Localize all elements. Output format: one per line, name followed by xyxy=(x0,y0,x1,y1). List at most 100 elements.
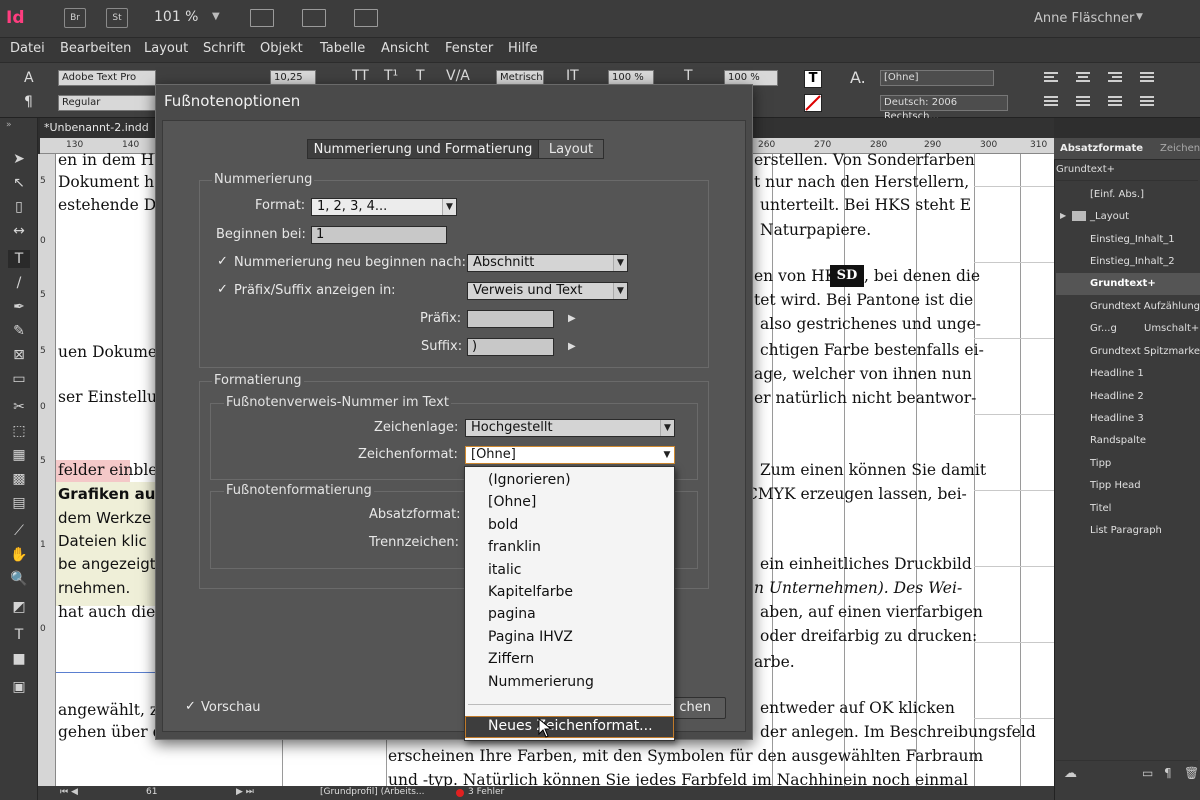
list-option[interactable]: franklin xyxy=(488,539,541,555)
text-fill-icon[interactable]: T xyxy=(804,70,822,88)
selection-tool-icon[interactable]: ➤ xyxy=(8,150,30,168)
gradient-tool-icon[interactable]: ▦ xyxy=(8,446,30,464)
style-item[interactable]: Headline 1 xyxy=(1090,368,1144,379)
list-option[interactable]: Ziffern xyxy=(488,651,534,667)
character-mode-icon[interactable]: A xyxy=(24,70,34,86)
character-style-field[interactable]: [Ohne] xyxy=(880,70,994,86)
page-number[interactable]: 61 xyxy=(146,787,157,797)
pen-tool-icon[interactable]: ✒ xyxy=(8,298,30,316)
apply-color-icon[interactable]: ■ xyxy=(8,650,30,668)
preflight-profile[interactable]: [Grundprofil] (Arbeits... xyxy=(320,787,425,797)
scissors-tool-icon[interactable]: ✂ xyxy=(8,398,30,416)
chevron-down-icon[interactable]: ▼ xyxy=(212,11,220,22)
page-tool-icon[interactable]: ▯ xyxy=(8,198,30,216)
style-item[interactable]: Grundtext+ xyxy=(1090,278,1156,289)
list-option[interactable]: pagina xyxy=(488,606,536,622)
chevron-down-icon[interactable]: ▼ xyxy=(1136,12,1143,22)
prefix-suffix-label[interactable]: Präfix/Suffix anzeigen in: xyxy=(234,283,396,298)
style-item[interactable]: Headline 3 xyxy=(1090,413,1144,424)
type-tool-icon[interactable]: T xyxy=(8,250,30,268)
horizontal-scale-icon[interactable]: T xyxy=(684,68,693,84)
menu-ansicht[interactable]: Ansicht xyxy=(381,41,429,56)
chevron-down-icon[interactable]: ▼ xyxy=(442,199,456,215)
eyedropper-tool-icon[interactable]: ⟋ xyxy=(8,522,30,540)
trash-icon[interactable]: 🗑 xyxy=(1184,766,1199,780)
panel-tab-zeichenformate[interactable]: Zeichen xyxy=(1160,143,1200,154)
style-item[interactable]: _Layout xyxy=(1090,211,1129,222)
superscript-icon[interactable]: T¹ xyxy=(384,68,398,84)
kerning-icon[interactable]: V/A xyxy=(446,68,470,84)
menu-layout[interactable]: Layout xyxy=(144,41,188,56)
checkmark-icon[interactable]: ✓ xyxy=(217,255,229,268)
style-item[interactable]: Gr...g xyxy=(1090,323,1117,334)
list-option[interactable]: Nummerierung xyxy=(488,674,594,690)
list-option[interactable]: Kapitelfarbe xyxy=(488,584,573,600)
list-option[interactable]: Pagina IHVZ xyxy=(488,629,573,645)
cloud-icon[interactable]: ☁ xyxy=(1064,766,1077,781)
rectangle-tool-icon[interactable]: ▭ xyxy=(8,370,30,388)
new-group-icon[interactable]: ▭ xyxy=(1142,766,1153,780)
status-nav-icons[interactable]: ⏮ ◀ xyxy=(60,787,78,797)
tab-numbering-formatting[interactable]: Nummerierung und Formatierung xyxy=(307,139,539,159)
hand-tool-icon[interactable]: ✋ xyxy=(8,546,30,564)
paragraph-mode-icon[interactable]: ¶ xyxy=(24,94,33,110)
language-field[interactable]: Deutsch: 2006 Rechtsch... xyxy=(880,95,1008,122)
menu-datei[interactable]: Datei xyxy=(10,41,45,56)
zoom-level[interactable]: 101 % xyxy=(154,9,198,25)
menu-hilfe[interactable]: Hilfe xyxy=(508,41,538,56)
selected-text-highlight[interactable]: SD xyxy=(830,265,864,287)
preview-label[interactable]: Vorschau xyxy=(201,700,261,715)
user-name[interactable]: Anne Fläschner xyxy=(1034,11,1134,26)
start-number-input[interactable]: 1 xyxy=(311,226,447,244)
font-style-field[interactable]: Regular xyxy=(58,95,156,111)
format-dropdown[interactable]: 1, 2, 3, 4... xyxy=(311,198,457,216)
note-tool-icon[interactable]: ▤ xyxy=(8,494,30,512)
style-item[interactable]: Einstieg_Inhalt_2 xyxy=(1090,256,1175,267)
menu-schrift[interactable]: Schrift xyxy=(203,41,245,56)
pencil-tool-icon[interactable]: ✎ xyxy=(8,322,30,340)
list-option[interactable]: [Ohne] xyxy=(488,494,536,510)
panel-tab-absatzformate[interactable]: Absatzformate xyxy=(1060,143,1143,154)
prefix-suffix-dropdown[interactable]: Verweis und Text xyxy=(467,282,628,300)
vertical-scale-icon[interactable]: IT xyxy=(566,68,579,84)
list-option[interactable]: bold xyxy=(488,517,518,533)
expand-icon[interactable]: ▶ xyxy=(1060,211,1066,220)
arrow-right-icon[interactable]: ▶ xyxy=(568,313,576,324)
screen-mode-icon[interactable] xyxy=(302,9,326,27)
free-transform-tool-icon[interactable]: ⬚ xyxy=(8,422,30,440)
no-stroke-icon[interactable] xyxy=(804,94,822,112)
new-character-style-label[interactable]: Neues Zeichenformat... xyxy=(488,718,653,734)
menu-tabelle[interactable]: Tabelle xyxy=(320,41,365,56)
style-item[interactable]: Grundtext Spitzmarke xyxy=(1090,346,1200,357)
chevron-down-icon[interactable]: ▼ xyxy=(613,283,627,299)
chevron-down-icon[interactable]: ▼ xyxy=(660,447,674,463)
alignment-buttons[interactable] xyxy=(1044,70,1194,110)
all-caps-icon[interactable]: TT xyxy=(352,68,369,84)
style-item[interactable]: Randspalte xyxy=(1090,435,1146,446)
fill-stroke-icon[interactable]: ◩ xyxy=(8,598,30,616)
style-item[interactable]: Grundtext Aufzählung xyxy=(1090,301,1200,312)
checkmark-icon[interactable]: ✓ xyxy=(217,283,229,296)
style-item[interactable]: Titel xyxy=(1090,503,1111,514)
chevron-down-icon[interactable]: ▼ xyxy=(660,420,674,436)
checkmark-icon[interactable]: ✓ xyxy=(185,700,197,713)
style-item[interactable]: [Einf. Abs.] xyxy=(1090,189,1144,200)
font-family-field[interactable]: Adobe Text Pro xyxy=(58,70,156,86)
restart-label[interactable]: Nummerierung neu beginnen nach: xyxy=(234,255,466,270)
menu-objekt[interactable]: Objekt xyxy=(260,41,303,56)
error-count[interactable]: 3 Fehler xyxy=(468,787,504,797)
style-item[interactable]: Tipp xyxy=(1090,458,1111,469)
gap-tool-icon[interactable]: ↔ xyxy=(8,222,30,240)
new-style-icon[interactable]: ¶ xyxy=(1164,766,1172,780)
screen-mode-icon[interactable]: ▣ xyxy=(8,678,30,696)
rectangle-frame-tool-icon[interactable]: ⊠ xyxy=(8,346,30,364)
character-style-dropdown[interactable]: [Ohne] xyxy=(465,446,675,464)
formatting-affects-text-icon[interactable]: T xyxy=(8,626,30,644)
arrange-documents-icon[interactable] xyxy=(354,9,378,27)
zoom-tool-icon[interactable]: 🔍 xyxy=(8,570,30,588)
underline-icon[interactable]: T xyxy=(416,68,425,84)
style-item[interactable]: Headline 2 xyxy=(1090,391,1144,402)
stock-button[interactable]: St xyxy=(106,8,128,28)
document-tab[interactable]: *Unbenannt-2.indd xyxy=(44,121,149,134)
status-nav-icons[interactable]: ▶ ⏭ xyxy=(236,787,254,797)
